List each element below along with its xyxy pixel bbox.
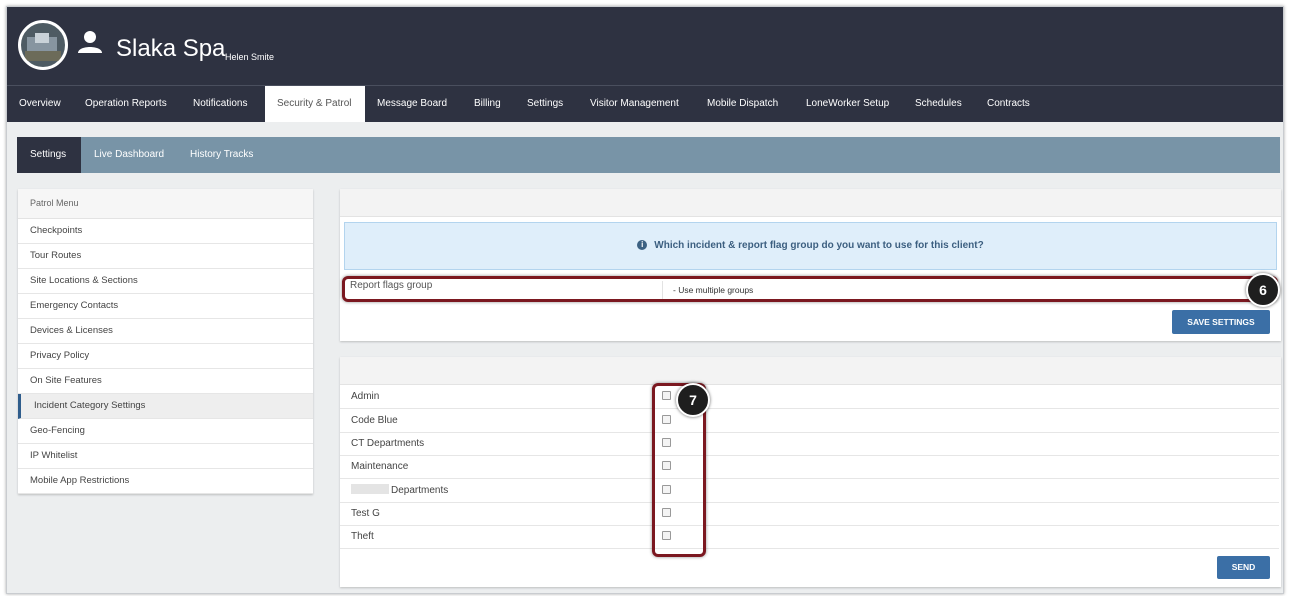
save-settings-button[interactable]: SAVE SETTINGS (1172, 310, 1270, 334)
header-bar: Slaka Spa Helen Smite (7, 7, 1283, 85)
alert-text: Which incident & report flag group do yo… (654, 240, 984, 251)
subtab-settings[interactable]: Settings (17, 137, 81, 173)
patrol-menu-title: Patrol Menu (18, 189, 313, 219)
tab-mobile-dispatch[interactable]: Mobile Dispatch (695, 86, 794, 122)
panel-header (340, 357, 1281, 385)
client-avatar[interactable] (18, 20, 68, 70)
tab-contracts[interactable]: Contracts (975, 86, 1045, 122)
sidebar-item-devices-licenses[interactable]: Devices & Licenses (18, 319, 313, 344)
tab-overview[interactable]: Overview (7, 86, 73, 122)
annotation-highlight (342, 276, 1278, 302)
category-label: Test G (351, 508, 380, 519)
sidebar-item-site-locations[interactable]: Site Locations & Sections (18, 269, 313, 294)
sub-nav: Settings Live Dashboard History Tracks (17, 137, 1280, 173)
category-label: Admin (351, 391, 380, 402)
tab-schedules[interactable]: Schedules (903, 86, 975, 122)
subtab-live-dashboard[interactable]: Live Dashboard (81, 137, 177, 173)
sidebar-item-mobile-app-restrictions[interactable]: Mobile App Restrictions (18, 469, 313, 494)
user-icon (77, 29, 103, 60)
category-label: Theft (351, 531, 374, 542)
list-item: CT Departments (340, 432, 1279, 456)
sidebar-item-incident-category-settings[interactable]: Incident Category Settings (18, 394, 313, 419)
patrol-menu: Patrol Menu Checkpoints Tour Routes Site… (18, 189, 313, 494)
sidebar-item-privacy-policy[interactable]: Privacy Policy (18, 344, 313, 369)
send-button[interactable]: SEND (1217, 556, 1270, 579)
sidebar-item-tour-routes[interactable]: Tour Routes (18, 244, 313, 269)
panel-header (340, 189, 1281, 217)
step-badge-7: 7 (676, 383, 710, 417)
list-item: Departments (340, 479, 1279, 503)
redacted-text (351, 484, 389, 494)
category-label: Code Blue (351, 415, 398, 426)
tab-loneworker-setup[interactable]: LoneWorker Setup (794, 86, 903, 122)
tab-message-board[interactable]: Message Board (365, 86, 462, 122)
list-item: Maintenance (340, 455, 1279, 479)
tab-settings[interactable]: Settings (515, 86, 578, 122)
sidebar-item-emergency-contacts[interactable]: Emergency Contacts (18, 294, 313, 319)
category-label: Departments (391, 485, 449, 496)
report-flags-group-row: Report flags group - Use multiple groups (342, 276, 1278, 302)
client-name: Slaka Spa (116, 35, 226, 62)
step-badge-6: 6 (1246, 273, 1280, 307)
tab-security-patrol[interactable]: Security & Patrol (265, 86, 365, 122)
info-alert: i Which incident & report flag group do y… (344, 222, 1277, 270)
tab-notifications[interactable]: Notifications (181, 86, 265, 122)
list-item: Test G (340, 502, 1279, 526)
list-item: Code Blue (340, 409, 1279, 433)
top-nav: Overview Operation Reports Notifications… (7, 85, 1283, 122)
app-window: Slaka Spa Helen Smite Overview Operation… (6, 6, 1284, 594)
category-label-row: Departments (351, 479, 448, 502)
category-label: Maintenance (351, 461, 409, 472)
subtab-history-tracks[interactable]: History Tracks (177, 137, 267, 173)
category-label: CT Departments (351, 438, 425, 449)
sidebar-item-geo-fencing[interactable]: Geo-Fencing (18, 419, 313, 444)
categories-panel: Admin Code Blue CT Departments Maintenan… (340, 357, 1281, 587)
sidebar-item-checkpoints[interactable]: Checkpoints (18, 219, 313, 244)
sidebar-item-on-site-features[interactable]: On Site Features (18, 369, 313, 394)
flag-group-panel: i Which incident & report flag group do y… (340, 189, 1281, 341)
client-user-name: Helen Smite (225, 52, 275, 62)
list-item: Theft (340, 525, 1279, 549)
tab-billing[interactable]: Billing (462, 86, 515, 122)
tab-operation-reports[interactable]: Operation Reports (73, 86, 181, 122)
list-item: Admin (340, 385, 1279, 409)
tab-visitor-management[interactable]: Visitor Management (578, 86, 695, 122)
sidebar-item-ip-whitelist[interactable]: IP Whitelist (18, 444, 313, 469)
info-icon: i (637, 240, 648, 250)
